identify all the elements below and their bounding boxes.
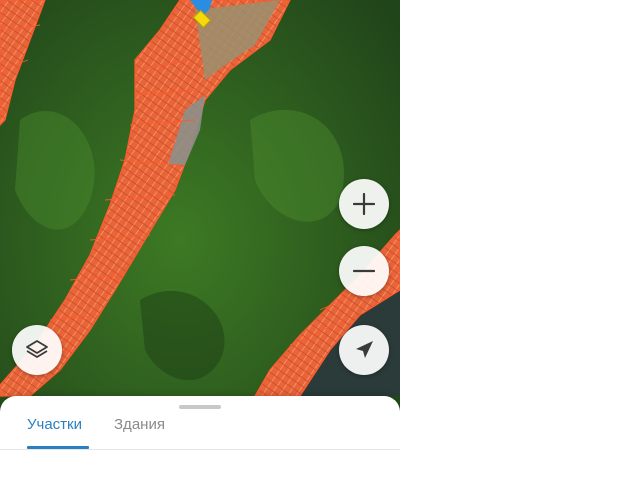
zoom-in-button[interactable] (339, 179, 389, 229)
bottom-sheet: Участки Здания (0, 396, 400, 479)
plus-icon (352, 192, 376, 216)
navigation-arrow-icon (356, 341, 373, 358)
locate-button[interactable] (339, 325, 389, 375)
layers-icon (26, 340, 48, 358)
tab-buildings[interactable]: Здания (114, 416, 165, 434)
tab-parcels[interactable]: Участки (27, 416, 82, 434)
map-screen: Участки Здания (0, 0, 400, 479)
zoom-out-button[interactable] (339, 246, 389, 296)
layers-button[interactable] (12, 325, 62, 375)
minus-icon (352, 269, 376, 273)
tabs-divider (0, 449, 400, 450)
sheet-drag-handle[interactable] (179, 405, 221, 409)
